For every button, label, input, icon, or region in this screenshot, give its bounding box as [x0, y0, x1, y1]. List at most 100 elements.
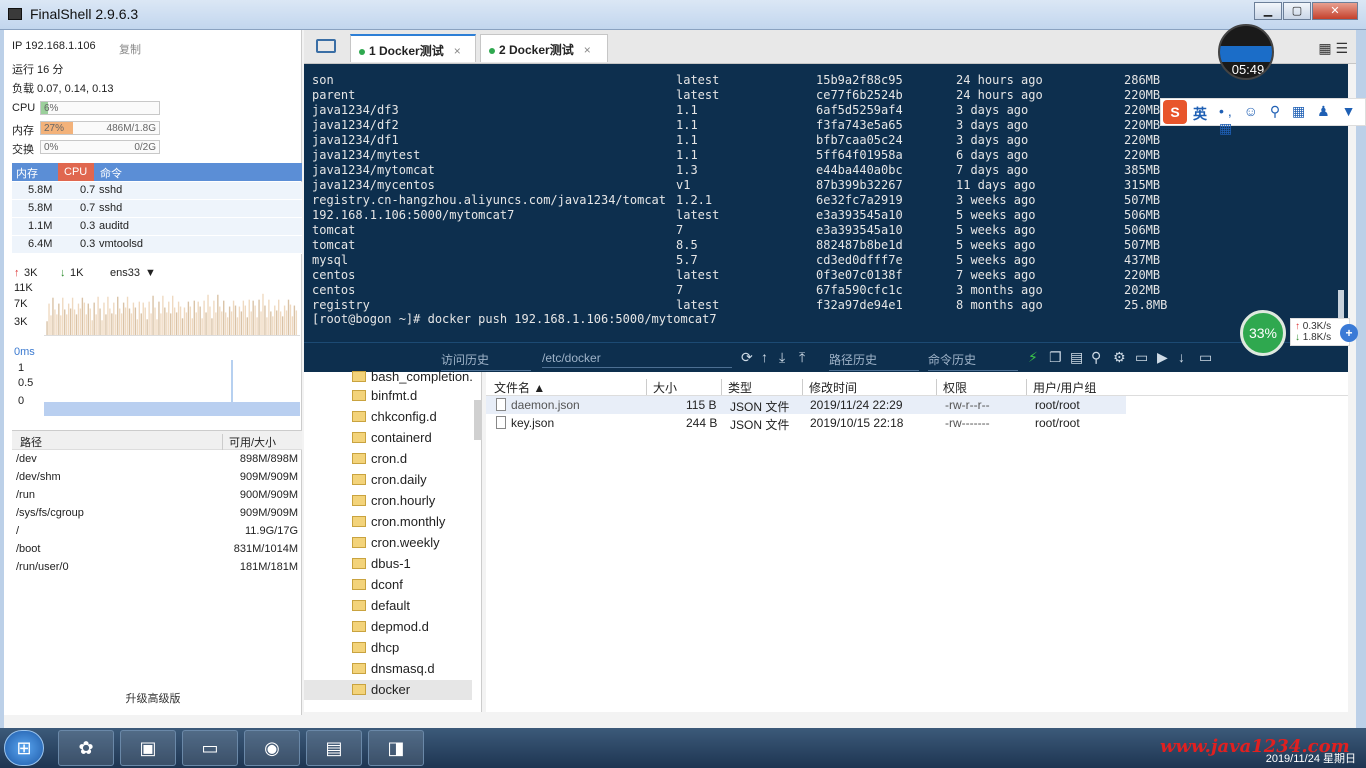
play-icon[interactable]: ▶ [1157, 349, 1168, 366]
window-icon[interactable]: ▭ [1199, 349, 1212, 366]
copy-ip-button[interactable]: 复制 [119, 41, 141, 57]
paste-icon[interactable]: ▤ [1070, 349, 1083, 366]
lightning-icon[interactable]: ⚡ [1028, 349, 1038, 366]
traffic-bar [132, 302, 135, 335]
traffic-bar [228, 306, 231, 335]
minimize-button[interactable]: ▁ [1254, 2, 1282, 20]
finalshell-icon[interactable]: ◨ [368, 730, 424, 766]
folder-icon [352, 371, 366, 382]
disk-row[interactable]: / 11.9G/17G [12, 522, 302, 540]
gear-icon[interactable]: ⚙ [1113, 349, 1126, 366]
col-owner[interactable]: 用户/用户组 [1026, 379, 1096, 395]
image-size: 220MB [1124, 118, 1161, 132]
tab-session-2[interactable]: 2 Docker测试 × [480, 34, 608, 62]
plus-icon[interactable]: + [1340, 324, 1358, 342]
folder-icon[interactable]: ▭ [1135, 349, 1148, 366]
tree-folder[interactable]: docker [304, 680, 472, 700]
tab-close-icon[interactable]: × [454, 44, 461, 58]
connected-dot-icon [489, 47, 495, 54]
process-row[interactable]: 5.8M 0.7 sshd [12, 182, 302, 200]
disk-row[interactable]: /dev/shm 909M/909M [12, 468, 302, 486]
command-history-field[interactable]: 命令历史 [928, 351, 1018, 371]
traffic-bar [148, 301, 150, 335]
traffic-bar [260, 311, 262, 335]
tray-date[interactable]: 2019/11/24 星期日 [1266, 750, 1356, 766]
tree-scrollbar[interactable] [474, 400, 482, 440]
process-row[interactable]: 5.8M 0.7 sshd [12, 200, 302, 218]
tab-session-1[interactable]: 1 Docker测试 × [350, 34, 476, 62]
ime-language[interactable]: 英 [1193, 104, 1207, 124]
session-tab-bar: 1 Docker测试 × 2 Docker测试 × ▦ ☰ [304, 30, 1356, 64]
network-monitor-widget[interactable]: 33% ↑ 0.3K/s ↓ 1.8K/s + [1240, 310, 1366, 356]
col-name[interactable]: 文件名 ▲ [488, 379, 545, 395]
path-field[interactable]: /etc/docker [542, 351, 732, 368]
start-button[interactable]: ⊞ [4, 730, 44, 766]
remote-desktop-icon[interactable]: ▭ [182, 730, 238, 766]
proc-header-cpu[interactable]: CPU [58, 163, 94, 181]
maximize-button[interactable]: ▢ [1283, 2, 1311, 20]
image-created: 11 days ago [956, 178, 1036, 192]
path-history-field[interactable]: 路径历史 [829, 351, 919, 371]
process-row[interactable]: 6.4M 0.3 vmtoolsd [12, 236, 302, 254]
close-button[interactable]: ✕ [1312, 2, 1358, 20]
image-tag: 1.3 [676, 163, 698, 177]
ime-tool-icons[interactable]: •, ☺ ⚲ ▦ ♟ ▼ ▦ [1219, 103, 1365, 137]
swap-label: 交换 [12, 144, 34, 156]
app-icon [8, 8, 22, 20]
ime-toolbar[interactable]: S 英 •, ☺ ⚲ ▦ ♟ ▼ ▦ [1160, 98, 1366, 136]
col-perm[interactable]: 权限 [936, 379, 967, 395]
image-tag: 7 [676, 283, 684, 297]
traffic-bar [175, 312, 178, 335]
up-dir-icon[interactable]: ↑ [761, 349, 768, 365]
disk-row[interactable]: /boot 831M/1014M [12, 540, 302, 558]
tab-label: 2 Docker测试 [499, 43, 574, 57]
traffic-bar [207, 294, 209, 335]
layout-toggle-icons[interactable]: ▦ ☰ [1318, 40, 1348, 57]
file-explorer-icon[interactable]: ▤ [306, 730, 362, 766]
disk-row[interactable]: /run 900M/909M [12, 486, 302, 504]
net-down-speed: 1.8K/s [1302, 332, 1332, 343]
chevron-down-icon[interactable]: ▼ [145, 267, 156, 279]
copy-icon[interactable]: ❐ [1049, 349, 1062, 366]
refresh-icon[interactable]: ⟳ [741, 349, 753, 366]
search-icon[interactable]: ⚲ [1091, 349, 1101, 366]
file-row[interactable]: daemon.json 115 B JSON 文件 2019/11/24 22:29 -… [486, 396, 1126, 414]
disk-header-path[interactable]: 路径 [20, 434, 42, 450]
tab-close-icon[interactable]: × [584, 43, 591, 57]
photo-app-icon[interactable]: ✿ [58, 730, 114, 766]
file-row[interactable]: key.json 244 B JSON 文件 2019/10/15 22:18 -rw-… [486, 414, 1126, 432]
virtualbox-icon[interactable]: ▣ [120, 730, 176, 766]
traffic-bar [136, 319, 139, 335]
proc-header-cmd[interactable]: 命令 [100, 165, 122, 181]
proc-header-mem[interactable]: 内存 [16, 165, 38, 181]
image-row: centos latest 0f3e07c0138f 7 weeks ago 220MB [312, 268, 1312, 283]
process-table-header[interactable]: 内存 CPU 命令 [12, 163, 302, 181]
interface-select[interactable]: ens33 [110, 267, 140, 279]
disk-row[interactable]: /sys/fs/cgroup 909M/909M [12, 504, 302, 522]
image-repo: java1234/df2 [312, 118, 399, 132]
disk-row[interactable]: /dev 898M/898M [12, 450, 302, 468]
col-type[interactable]: 类型 [721, 379, 752, 395]
disk-row[interactable]: /run/user/0 181M/181M [12, 558, 302, 576]
clock-widget[interactable]: 05:49 [1218, 24, 1274, 80]
col-size[interactable]: 大小 [646, 379, 677, 395]
traffic-bar [54, 309, 56, 335]
traffic-bar [246, 317, 248, 335]
disk-table-header[interactable]: 路径 可用/大小 [12, 430, 302, 450]
process-row[interactable]: 1.1M 0.3 auditd [12, 218, 302, 236]
disk-header-size[interactable]: 可用/大小 [222, 434, 276, 450]
image-tag: v1 [676, 178, 691, 192]
chrome-icon[interactable]: ◉ [244, 730, 300, 766]
access-history-field[interactable]: 访问历史 [441, 351, 531, 371]
arrow-down-icon[interactable]: ↓ [1178, 349, 1185, 365]
upload-icon[interactable]: ⤒ [799, 349, 805, 366]
traffic-bar [177, 301, 180, 335]
network-header: ↑ 3K ↓ 1K ens33 ▼ [12, 267, 302, 281]
col-mtime[interactable]: 修改时间 [802, 379, 857, 395]
upgrade-link[interactable]: 升级高级版 [4, 690, 302, 706]
upload-arrow-icon: ↑ [14, 267, 20, 279]
download-icon[interactable]: ⤓ [779, 349, 785, 366]
traffic-bar [258, 299, 260, 335]
traffic-bar [232, 300, 235, 335]
open-session-folder-icon[interactable] [316, 39, 336, 53]
